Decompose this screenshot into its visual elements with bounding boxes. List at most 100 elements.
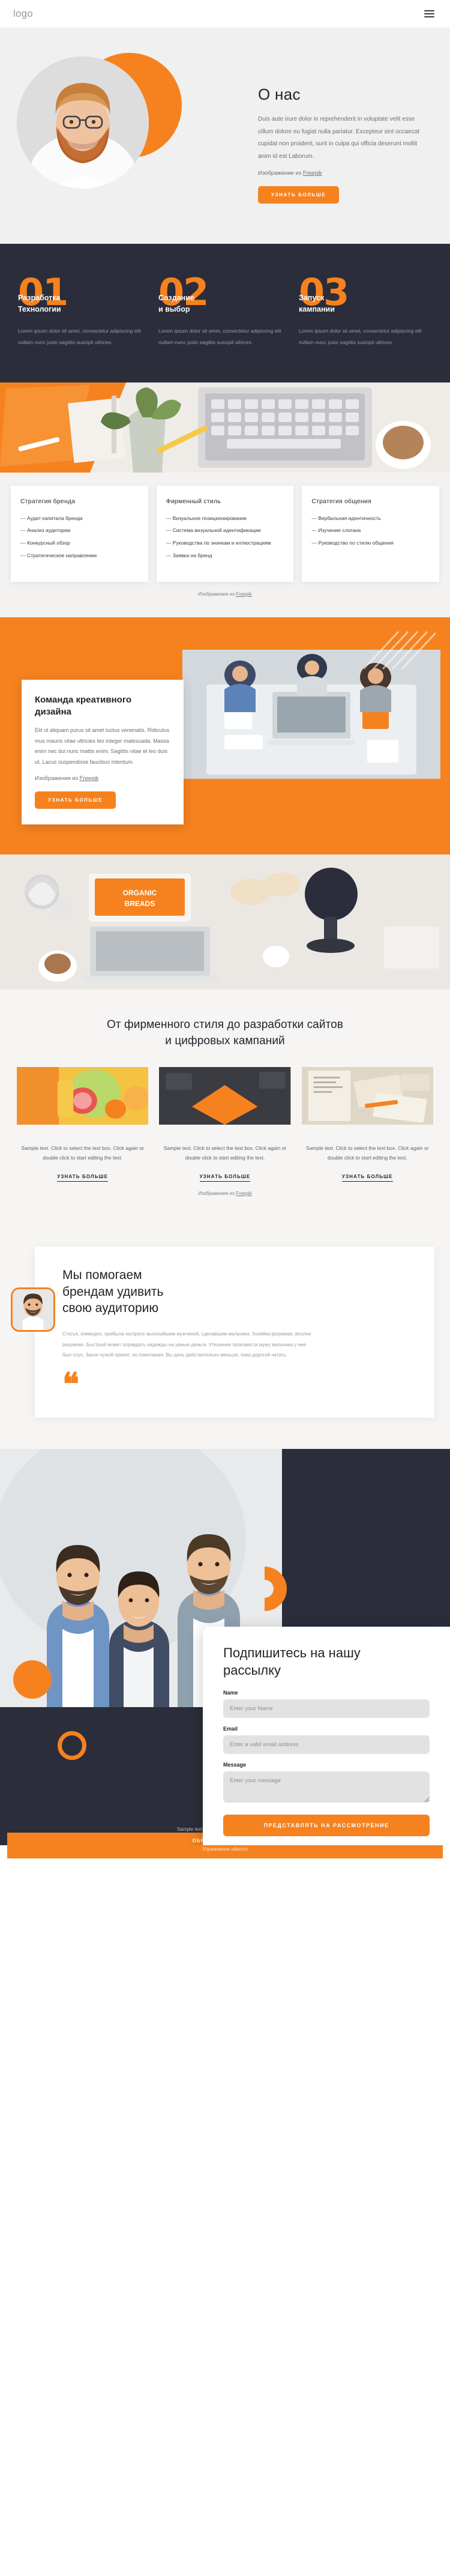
step-title-line1: Разработка bbox=[18, 293, 61, 302]
creative-team-section: Команда креативного дизайна Elit ut aliq… bbox=[0, 617, 450, 854]
portfolio-card-body: Sample text. Click to select the text bo… bbox=[159, 1144, 290, 1182]
credit-prefix: Изображения из bbox=[35, 775, 80, 782]
service-card-title: Фирменный стиль bbox=[166, 497, 221, 505]
services-lists-section: Стратегия бренда Аудит капитала бренда А… bbox=[0, 472, 450, 617]
bearded-man-illustration bbox=[17, 56, 149, 189]
portfolio-learn-more-link[interactable]: УЗНАТЬ БОЛЬШЕ bbox=[199, 1173, 251, 1182]
newsletter-title-line1: Подпишитесь на нашу bbox=[223, 1645, 361, 1661]
credit-prefix: Изображение из bbox=[198, 591, 236, 597]
svg-text:ORGANIC: ORGANIC bbox=[123, 889, 157, 897]
email-input[interactable] bbox=[223, 1735, 430, 1755]
freepik-link[interactable]: Freepik bbox=[303, 170, 322, 177]
testimonial-title-line3: свою аудиторию bbox=[62, 1301, 159, 1316]
step-title: Разработка Технологии bbox=[18, 292, 151, 315]
freepik-link[interactable]: Freepik bbox=[80, 775, 99, 782]
portfolio-image-credit: Изображение из Freepik bbox=[17, 1191, 433, 1196]
portfolio-card-2: ОБРАЗЕЦ ЗАГОЛОВКА Enim sed faucibus Samp… bbox=[7, 1067, 443, 1859]
email-field-group: Email bbox=[223, 1726, 430, 1755]
diagonal-stripes-decoration bbox=[364, 630, 436, 670]
portfolio-card-3: ОБРАЗЕЦ ЗАГОЛОВКА Упражнение ullamco Sam… bbox=[7, 1067, 443, 1859]
creative-team-card: Команда креативного дизайна Elit ut aliq… bbox=[22, 679, 184, 824]
list-item: Конкурсный обзор bbox=[20, 538, 139, 548]
hero-portrait-photo bbox=[17, 56, 149, 189]
svg-text:BREADS: BREADS bbox=[125, 899, 155, 908]
portfolio-learn-more-link[interactable]: УЗНАТЬ БОЛЬШЕ bbox=[57, 1173, 109, 1182]
name-input[interactable] bbox=[223, 1699, 430, 1719]
hero-image-credit: Изображение из Freepik bbox=[258, 170, 426, 177]
testimonial-title-line2: брендам удивить bbox=[62, 1284, 164, 1299]
service-card-brand-strategy: Стратегия бренда Аудит капитала бренда А… bbox=[11, 485, 148, 582]
portfolio-learn-more-link[interactable]: УЗНАТЬ БОЛЬШЕ bbox=[341, 1173, 393, 1182]
portfolio-title-line2: и цифровых кампаний bbox=[165, 1034, 285, 1047]
creative-team-paragraph: Elit ut aliquam purus sit amet luctus ve… bbox=[35, 727, 170, 765]
portfolio-card-1: ОБРАЗЕЦ ЗАГОЛОВКА Enim sed faucibus Samp… bbox=[7, 1067, 443, 1859]
email-label: Email bbox=[223, 1726, 238, 1732]
service-card-title: Стратегия бренда bbox=[20, 497, 76, 505]
credit-prefix: Изображение из bbox=[198, 1190, 236, 1196]
list-item: Стратегическое направление bbox=[20, 551, 139, 561]
service-card-list: Визуальное позиционирование Система визу… bbox=[166, 513, 284, 560]
creative-team-title: Команда креативного дизайна bbox=[35, 694, 170, 719]
newsletter-section: Подпишитесь на нашу рассылку Name Email … bbox=[0, 1449, 450, 1846]
list-item: Система визуальной идентификации bbox=[166, 525, 284, 536]
portfolio-card-body: Sample text. Click to select the text bo… bbox=[302, 1144, 433, 1182]
step-title-line2: Технологии bbox=[18, 304, 61, 313]
portfolio-card-text: Sample text. Click to select the text bo… bbox=[306, 1145, 429, 1161]
services-cards-row: Стратегия бренда Аудит капитала бренда А… bbox=[11, 485, 440, 582]
testimonial-paragraph: Статья, очевидно, прибыла экспресс-высоч… bbox=[62, 1331, 311, 1358]
portfolio-section: От фирменного стиля до разработки сайтов… bbox=[0, 989, 450, 1859]
hamburger-menu-icon[interactable] bbox=[422, 8, 437, 20]
portfolio-card-text: Sample text. Click to select the text bo… bbox=[163, 1145, 287, 1161]
list-item: Визуальное позиционирование bbox=[166, 513, 284, 524]
team-learn-more-button[interactable]: УЗНАТЬ БОЛЬШЕ bbox=[35, 791, 116, 809]
step-title-line1: Создание bbox=[158, 293, 194, 302]
portfolio-card-text: Sample text. Click to select the text bo… bbox=[21, 1145, 144, 1161]
desk-flatlay-illustration bbox=[0, 382, 450, 473]
service-card-list: Аудит капитала бренда Анализ аудитории К… bbox=[20, 513, 139, 560]
page-title: О нас bbox=[258, 85, 301, 103]
orange-circle-decoration bbox=[13, 1660, 52, 1699]
page-root: logo О нас Duis aute irure dolor in repr… bbox=[0, 0, 450, 1859]
hero-text-block: О нас Duis aute irure dolor in reprehend… bbox=[258, 85, 426, 204]
service-card-list: Вербальная идентичность Изучение слогана… bbox=[311, 513, 430, 548]
hero-section: О нас Duis aute irure dolor in reprehend… bbox=[0, 28, 450, 244]
portfolio-card-body: Sample text. Click to select the text bo… bbox=[17, 1144, 148, 1182]
message-textarea[interactable] bbox=[223, 1771, 430, 1803]
workspace-illustration: ORGANIC BREADS bbox=[0, 854, 450, 990]
logo[interactable]: logo bbox=[13, 8, 33, 20]
steps-section: 01 Разработка Технологии Lorem ipsum dol… bbox=[0, 244, 450, 382]
name-field-group: Name bbox=[223, 1690, 430, 1719]
team-image-credit: Изображения из Freepik bbox=[35, 775, 170, 782]
quote-mark-icon: ❝ bbox=[62, 1365, 79, 1403]
name-label: Name bbox=[223, 1690, 238, 1696]
orange-arc-decoration bbox=[265, 1567, 287, 1612]
portfolio-thumbnail bbox=[159, 1067, 291, 1125]
testimonial-section: Мы помогаем брендам удивить свою аудитор… bbox=[0, 1220, 450, 1450]
freepik-link[interactable]: Freepik bbox=[236, 591, 252, 597]
list-item: Заявка на бренд bbox=[166, 551, 284, 561]
list-item: Руководства по значкам и иллюстрациям bbox=[166, 538, 284, 548]
portfolio-title-line1: От фирменного стиля до разработки сайтов bbox=[106, 1018, 344, 1031]
portfolio-thumbnail bbox=[17, 1067, 149, 1125]
message-label: Message bbox=[223, 1762, 247, 1768]
step-item-3: 03 Запуск кампании Lorem ipsum dolor sit… bbox=[299, 274, 432, 348]
smiling-man-avatar-illustration bbox=[13, 1289, 53, 1330]
step-description: Lorem ipsum dolor sit amet, consectetur … bbox=[158, 328, 281, 345]
list-item: Руководство по стилю общения bbox=[311, 538, 430, 548]
list-item: Аудит капитала бренда bbox=[20, 513, 139, 524]
hero-learn-more-button[interactable]: УЗНАТЬ БОЛЬШЕ bbox=[258, 186, 340, 204]
testimonial-title-line1: Мы помогаем bbox=[62, 1268, 142, 1282]
service-card-communication-strategy: Стратегия общения Вербальная идентичност… bbox=[302, 485, 440, 582]
step-title-line2: кампании bbox=[299, 304, 335, 313]
team-title-line2: дизайна bbox=[35, 707, 71, 718]
desk-flatlay-photo-band bbox=[0, 382, 450, 473]
newsletter-title-line2: рассылку bbox=[223, 1662, 281, 1678]
services-image-credit: Изображение из Freepik bbox=[11, 591, 439, 597]
portfolio-thumbnail bbox=[301, 1067, 433, 1125]
submit-button[interactable]: ПРЕДСТАВЛЯТЬ НА РАССМОТРЕНИЕ bbox=[223, 1815, 430, 1837]
site-header: logo bbox=[0, 0, 450, 28]
freepik-link[interactable]: Freepik bbox=[236, 1191, 252, 1196]
step-description: Lorem ipsum dolor sit amet, consectetur … bbox=[18, 328, 141, 345]
step-title: Запуск кампании bbox=[299, 292, 432, 315]
portfolio-card-subtitle: Упражнение ullamco bbox=[202, 1846, 248, 1852]
